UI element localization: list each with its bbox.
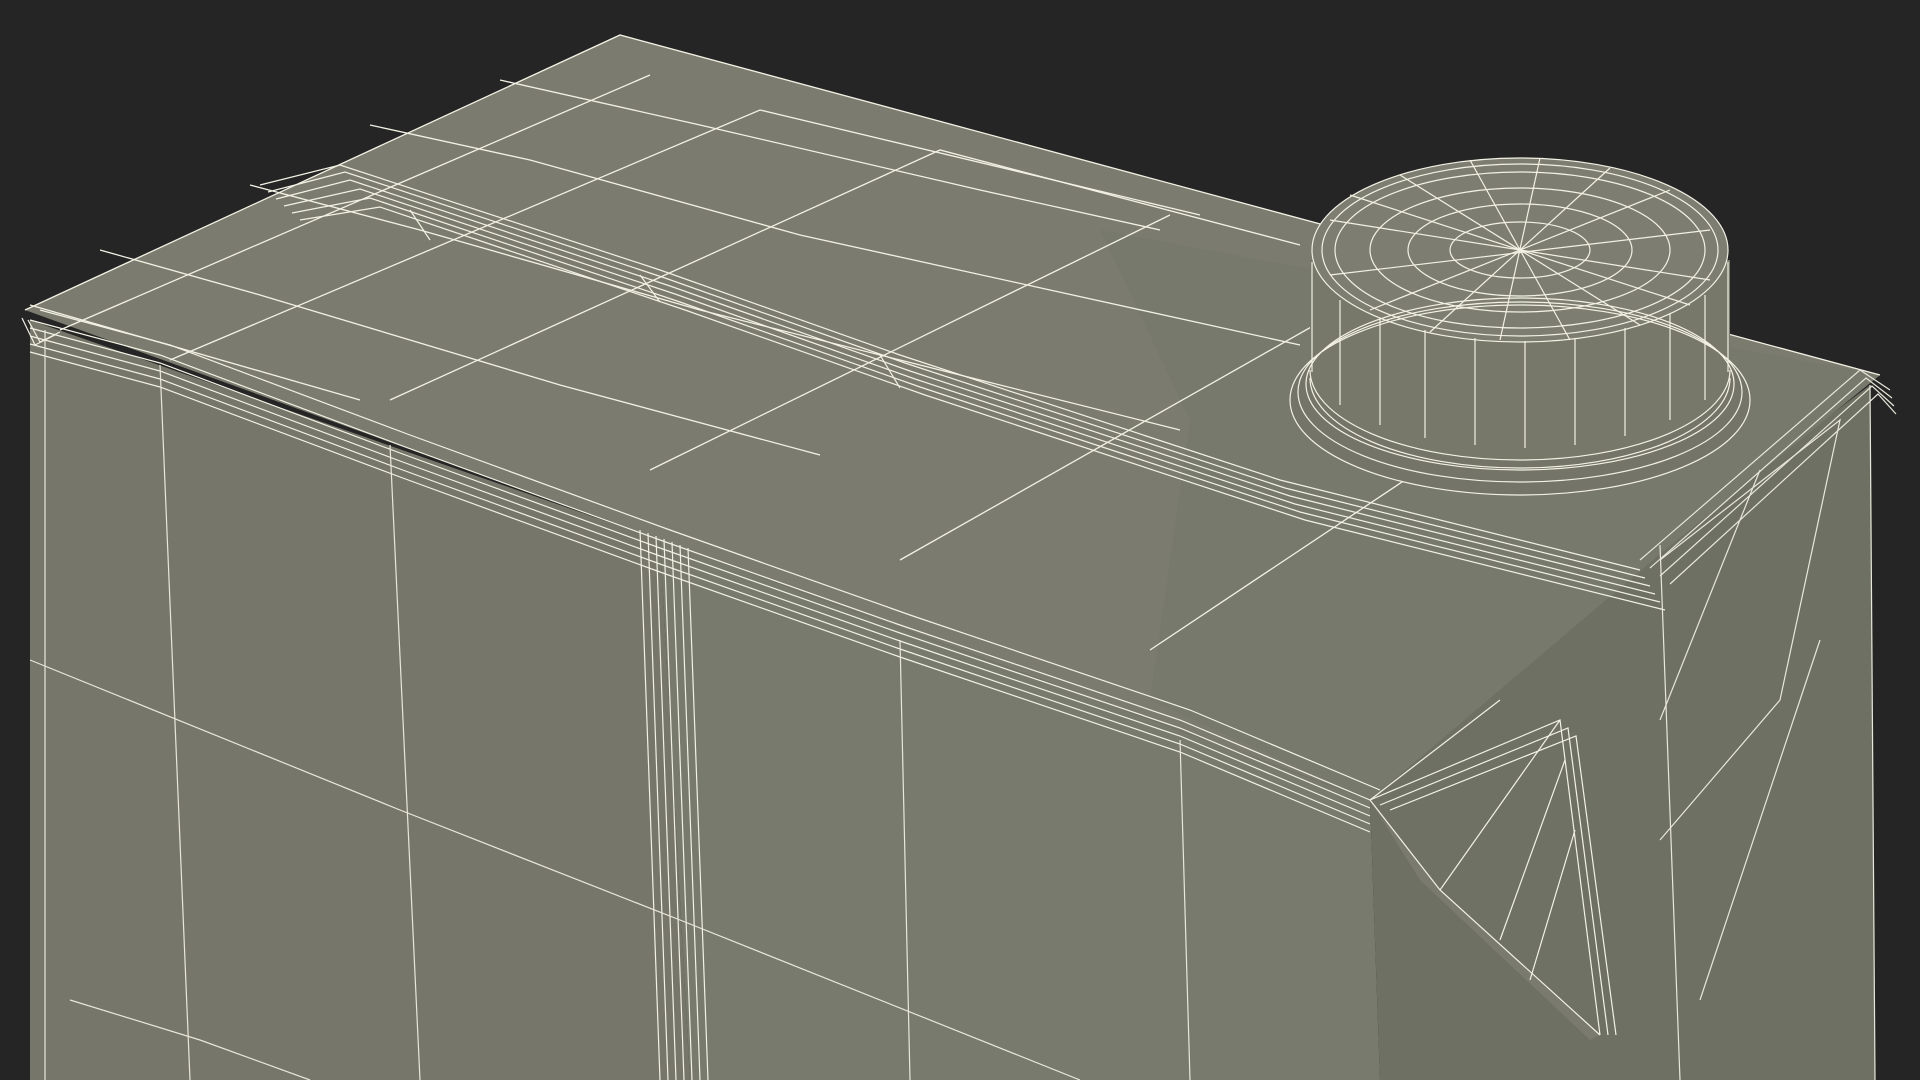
render-viewport <box>0 0 1920 1080</box>
wireframe-render <box>0 0 1920 1080</box>
screw-cap <box>1289 157 1751 496</box>
